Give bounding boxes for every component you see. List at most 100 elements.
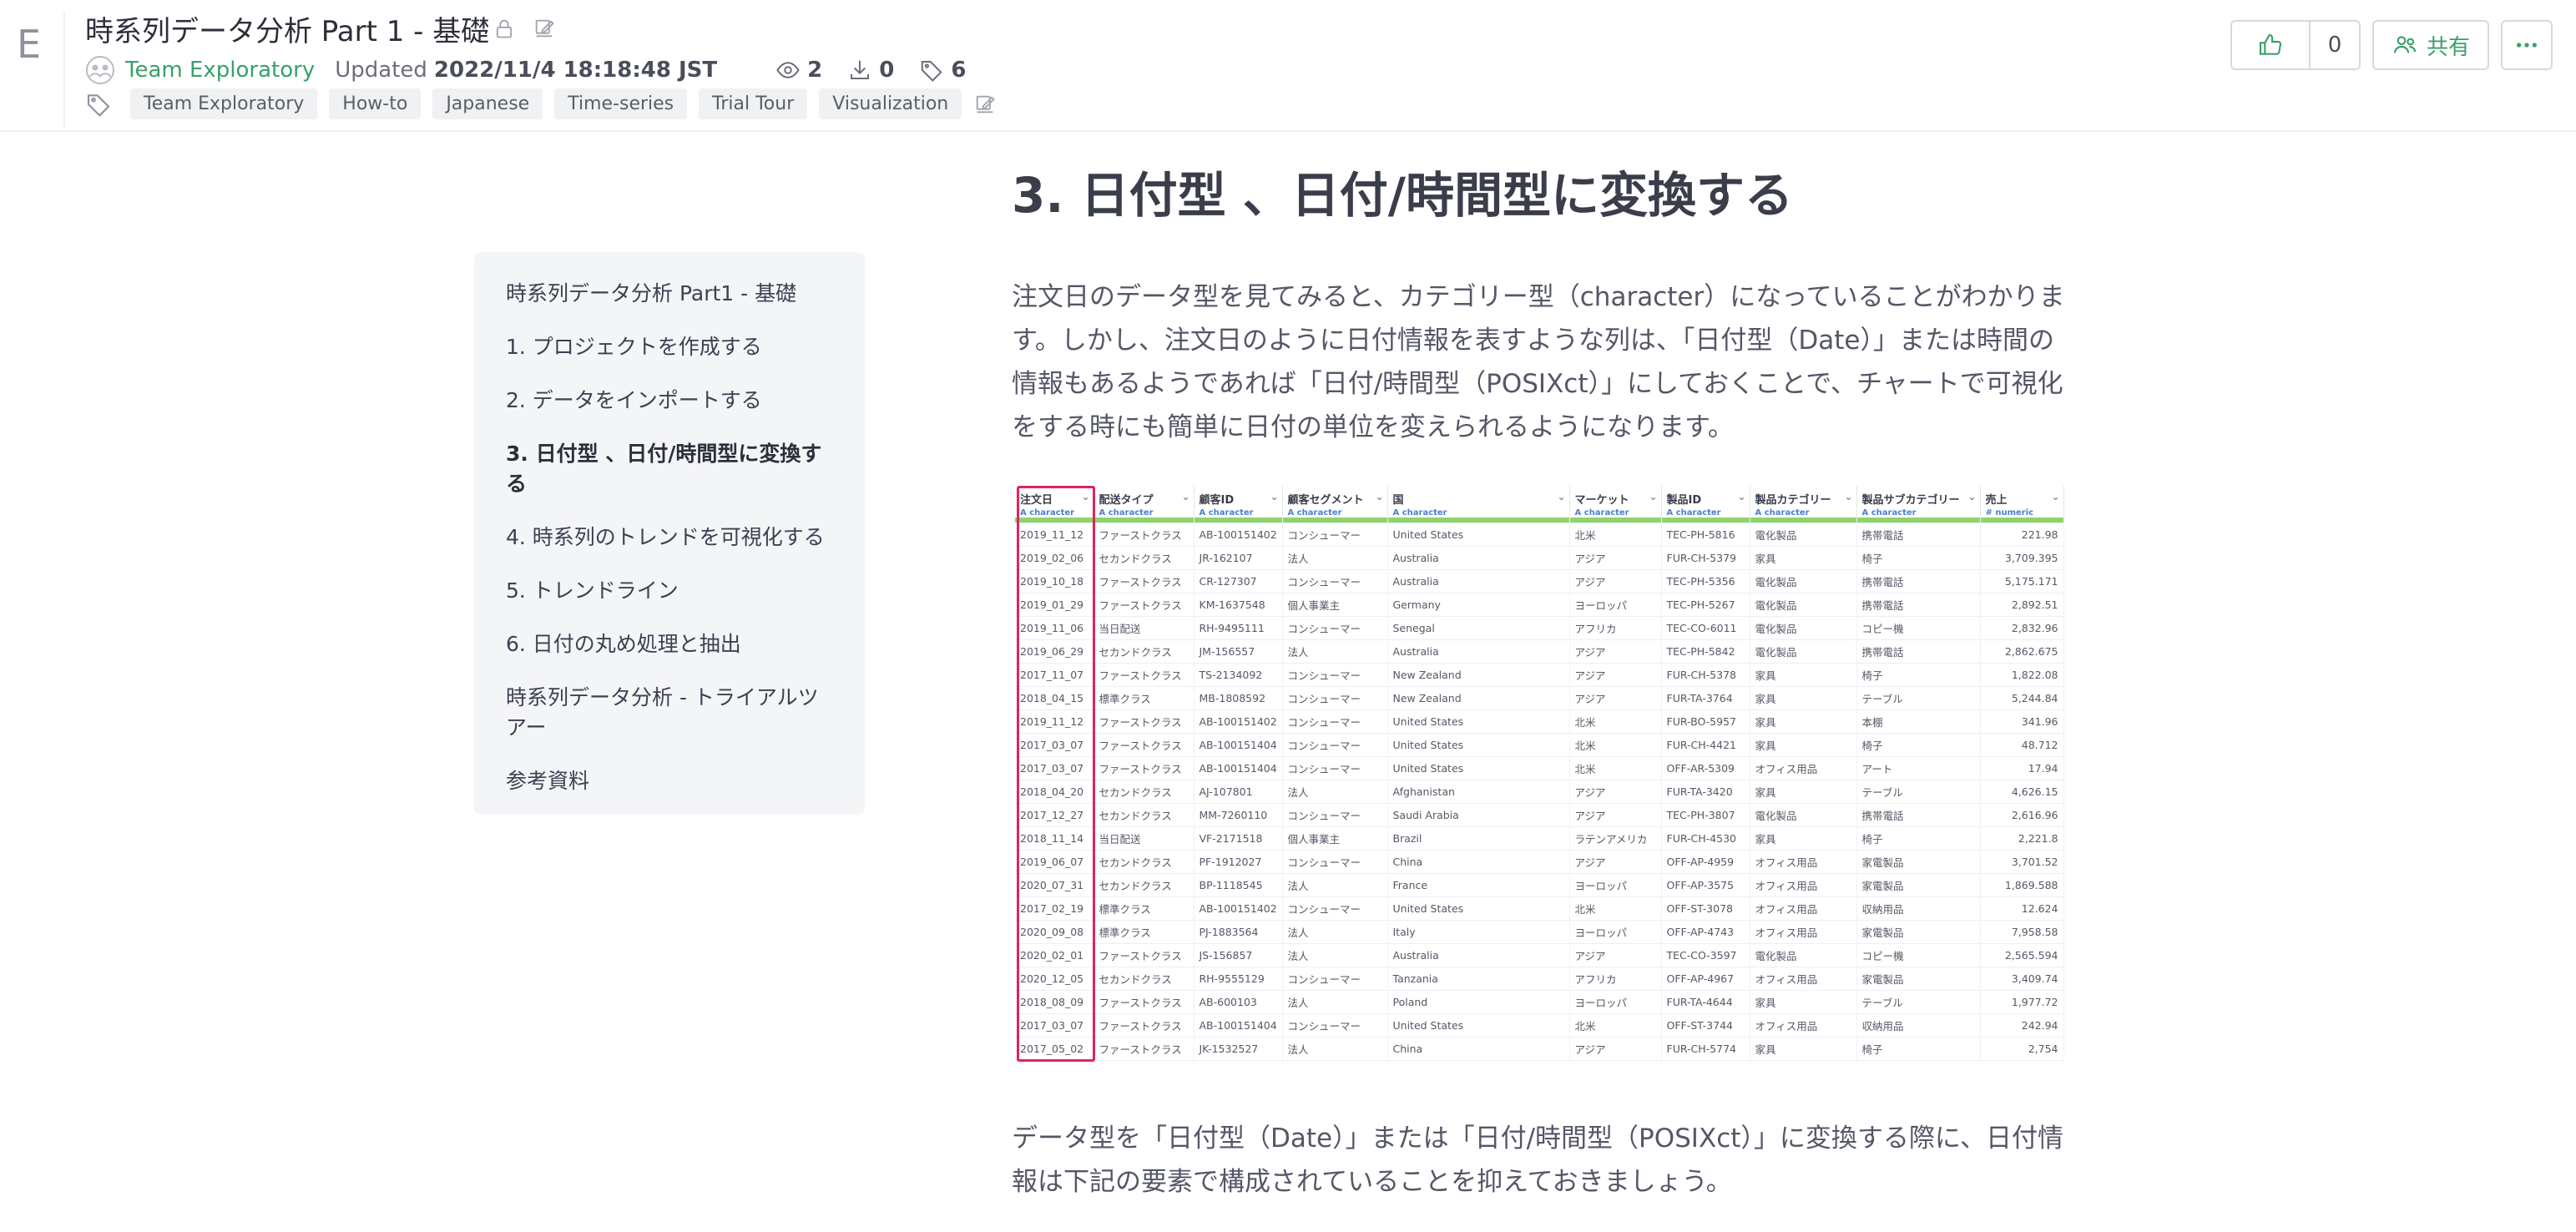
table-cell: 椅子	[1856, 546, 1981, 570]
column-name: 国 ⌄	[1393, 491, 1566, 507]
table-cell: 2018_04_15	[1015, 686, 1094, 710]
tag-chip[interactable]: Visualization	[819, 88, 962, 119]
table-cell: 341.96	[1980, 709, 2064, 734]
column-menu-icon[interactable]: ⌄	[1375, 491, 1383, 507]
toc-item[interactable]: 2. データをインポートする	[506, 386, 836, 416]
column-name: マーケット ⌄	[1575, 491, 1658, 507]
column-header[interactable]: 配送タイプ ⌄ A character	[1094, 486, 1195, 518]
table-cell: FUR-TA-3420	[1661, 780, 1750, 804]
column-header[interactable]: 製品カテゴリー ⌄ A character	[1750, 486, 1857, 518]
column-header[interactable]: マーケット ⌄ A character	[1569, 486, 1662, 518]
table-cell: 北米	[1569, 896, 1662, 921]
table-cell: オフィス用品	[1750, 1013, 1857, 1038]
table-cell: FUR-CH-4530	[1661, 826, 1750, 851]
lock-icon[interactable]	[492, 17, 516, 40]
article-paragraph: 注文日のデータ型を見てみると、カテゴリー型（character）になっていること…	[1012, 282, 2065, 442]
edit-title-icon[interactable]	[533, 17, 556, 40]
table-cell: 電化製品	[1750, 616, 1857, 640]
column-name: 顧客セグメント ⌄	[1288, 491, 1384, 507]
column-name-text: マーケット	[1574, 494, 1629, 507]
table-cell: 携帯電話	[1856, 803, 1981, 827]
tag-chip[interactable]: How-to	[329, 88, 422, 119]
column-menu-icon[interactable]: ⌄	[1081, 491, 1089, 507]
more-button[interactable]	[2501, 20, 2553, 70]
table-cell: Australia	[1387, 639, 1570, 664]
column-name: 製品ID ⌄	[1667, 491, 1746, 507]
like-count: 0	[2309, 20, 2361, 70]
like-button[interactable]	[2230, 20, 2309, 70]
tag-chip[interactable]: Trial Tour	[699, 88, 808, 119]
tag-chip[interactable]: Japanese	[432, 88, 543, 119]
column-name-text: 国	[1392, 494, 1404, 507]
column-type: A character	[1099, 508, 1154, 518]
column-menu-icon[interactable]: ⌄	[1649, 491, 1657, 507]
share-button[interactable]: 共有	[2372, 20, 2489, 70]
column-type: A character	[1574, 508, 1629, 518]
table-cell: AB-600103	[1194, 990, 1283, 1014]
table-cell: 個人事業主	[1282, 826, 1388, 851]
toc-item[interactable]: 時系列データ分析 - トライアルツアー	[506, 683, 836, 743]
table-cell: TEC-PH-5356	[1661, 569, 1750, 593]
table-cell: United States	[1387, 756, 1570, 780]
table-cell: 法人	[1282, 920, 1388, 944]
table-cell: オフィス用品	[1750, 967, 1857, 991]
table-cell: 北米	[1569, 709, 1662, 734]
table-cell: コンシューマー	[1282, 967, 1388, 991]
team-link[interactable]: Team Exploratory	[125, 58, 315, 83]
column-menu-icon[interactable]: ⌄	[1557, 491, 1565, 507]
column-header[interactable]: 製品サブカテゴリー ⌄ A character	[1856, 486, 1981, 518]
table-cell: FUR-TA-4644	[1661, 990, 1750, 1014]
column-menu-icon[interactable]: ⌄	[1737, 491, 1745, 507]
table-cell: 椅子	[1856, 826, 1981, 851]
column-header[interactable]: 国 ⌄ A character	[1387, 486, 1570, 518]
table-cell: 2,862.675	[1980, 639, 2064, 664]
app-logo[interactable]: E	[17, 22, 50, 72]
table-cell: 家具	[1750, 709, 1857, 734]
column-menu-icon[interactable]: ⌄	[1181, 491, 1190, 507]
column-menu-icon[interactable]: ⌄	[1270, 491, 1278, 507]
toc-item[interactable]: 時系列データ分析 Part1 - 基礎	[506, 279, 836, 309]
table-cell: 48.712	[1980, 733, 2064, 757]
table-cell: Brazil	[1387, 826, 1570, 851]
column-header[interactable]: 注文日 ⌄ A character	[1015, 486, 1094, 518]
toc-item[interactable]: 6. 日付の丸め処理と抽出	[506, 629, 836, 659]
toc-item[interactable]: 4. 時系列のトレンドを可視化する	[506, 523, 836, 553]
table-cell: 北米	[1569, 756, 1662, 780]
table-cell: 12.624	[1980, 896, 2064, 921]
toc-item[interactable]: 5. トレンドライン	[506, 576, 836, 606]
table-row: 2018_11_14 当日配送 VF-2171518 個人事業主 Brazil ラテンアメ…	[1015, 826, 2064, 851]
tag-chip[interactable]: Team Exploratory	[130, 88, 318, 119]
table-cell: 3,701.52	[1980, 850, 2064, 874]
column-header[interactable]: 顧客ID ⌄ A character	[1194, 486, 1283, 518]
table-cell: United States	[1387, 733, 1570, 757]
updated-date: 2022/11/4 18:18:48 JST	[433, 58, 718, 83]
toc-item[interactable]: 1. プロジェクトを作成する	[506, 332, 836, 362]
table-cell: 家具	[1750, 546, 1857, 570]
table-row: 2017_12_27 セカンドクラス MM-7260110 コンシューマー Saudi …	[1015, 803, 2064, 827]
toc-item[interactable]: 参考資料	[506, 766, 836, 796]
table-cell: アジア	[1569, 943, 1662, 967]
table-cell: MM-7260110	[1194, 803, 1283, 827]
tag-chip[interactable]: Time-series	[554, 88, 688, 119]
title-actions	[492, 17, 556, 40]
table-cell: アジア	[1569, 546, 1662, 570]
section-heading: 3. 日付型 、日付/時間型に変換する	[1012, 167, 1793, 224]
column-menu-icon[interactable]: ⌄	[2051, 491, 2059, 507]
column-type: # numeric	[1985, 508, 2034, 518]
table-row: 2019_01_29 ファーストクラス KM-1637548 個人事業主 Germany…	[1015, 593, 2064, 617]
table-cell: 法人	[1282, 546, 1388, 570]
toc-item-active[interactable]: 3. 日付型 、日付/時間型に変換する	[506, 439, 836, 499]
table-cell: ファーストクラス	[1094, 990, 1195, 1014]
table-cell: FUR-CH-4421	[1661, 733, 1750, 757]
table-cell: 2019_06_07	[1015, 850, 1094, 874]
views-stat: 2	[775, 58, 822, 83]
edit-tags-icon[interactable]	[973, 93, 997, 116]
column-menu-icon[interactable]: ⌄	[1844, 491, 1852, 507]
table-cell: Australia	[1387, 569, 1570, 593]
column-header[interactable]: 顧客セグメント ⌄ A character	[1282, 486, 1388, 518]
column-header[interactable]: 製品ID ⌄ A character	[1661, 486, 1750, 518]
column-header[interactable]: 売上 ⌄ # numeric	[1980, 486, 2064, 518]
column-menu-icon[interactable]: ⌄	[1967, 491, 1976, 507]
table-cell: アジア	[1569, 663, 1662, 687]
tags-label-icon	[87, 93, 110, 117]
